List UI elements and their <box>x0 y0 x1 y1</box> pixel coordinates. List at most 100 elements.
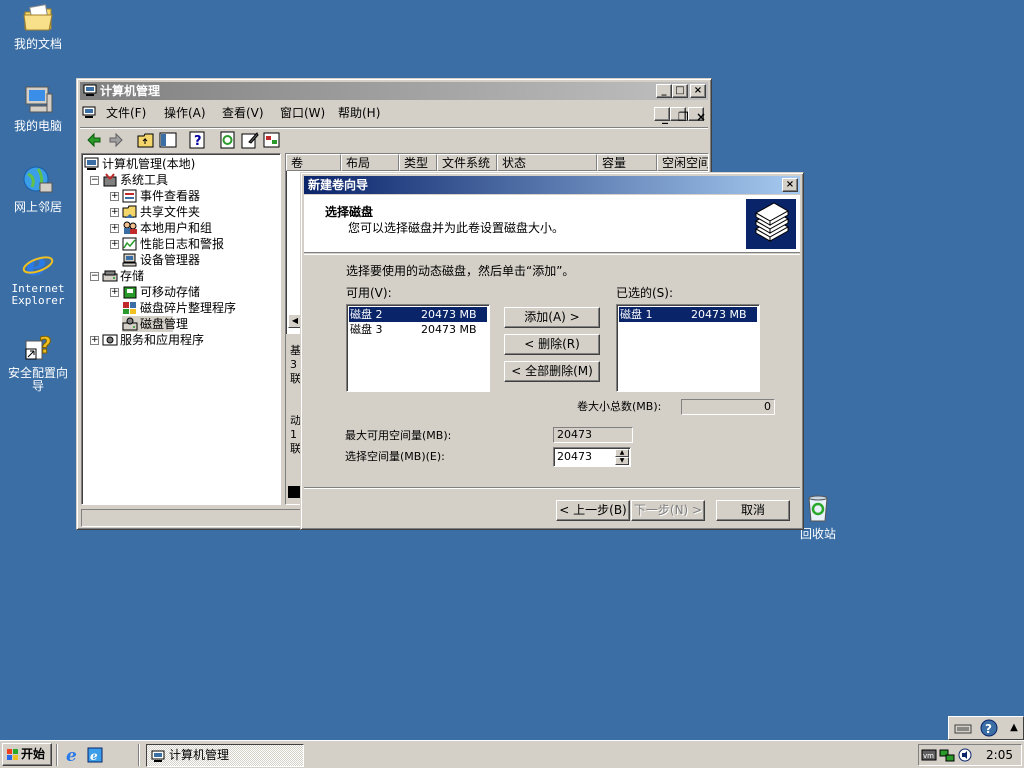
menu-window[interactable]: 窗口(W) <box>280 104 325 122</box>
event-viewer-icon <box>122 189 138 203</box>
maximize-button[interactable]: □ <box>672 84 688 98</box>
export-list-button[interactable] <box>262 130 282 150</box>
tree-item-disk-management[interactable]: 磁盘管理 <box>122 316 188 332</box>
selected-disks-list[interactable]: 磁盘 1 20473 MB <box>616 304 760 392</box>
start-button[interactable]: 开始 <box>2 743 52 766</box>
column-header-status[interactable]: 状态 <box>497 154 597 171</box>
scroll-left-icon: ◀ <box>291 316 299 325</box>
expand-toggle[interactable]: + <box>110 288 119 297</box>
disk-name: 磁盘 1 <box>620 308 653 321</box>
available-disks-list[interactable]: 磁盘 2 20473 MB 磁盘 3 20473 MB <box>346 304 490 392</box>
minimize-icon: _ <box>661 85 667 96</box>
back-arrow-icon <box>87 132 101 148</box>
column-header-free-space[interactable]: 空闲空间 <box>657 154 708 171</box>
disk-size: 20473 MB <box>691 308 747 321</box>
volume-speaker-icon[interactable] <box>957 747 973 763</box>
selected-label: 已选的(S): <box>616 286 674 300</box>
list-item-disk-2[interactable]: 磁盘 2 20473 MB <box>349 307 487 322</box>
computer-management-icon <box>83 84 97 97</box>
column-header-layout[interactable]: 布局 <box>341 154 399 171</box>
column-header-volume[interactable]: 卷 <box>286 154 341 171</box>
menu-action[interactable]: 操作(A) <box>164 104 206 122</box>
mdi-close-button[interactable]: × <box>688 107 706 124</box>
up-folder-icon <box>137 133 154 148</box>
column-header-type[interactable]: 类型 <box>399 154 437 171</box>
refresh-icon <box>220 131 235 149</box>
column-header-capacity[interactable]: 容量 <box>597 154 657 171</box>
expand-toggle[interactable]: + <box>90 336 99 345</box>
collapse-toggle[interactable]: − <box>90 176 99 185</box>
clock[interactable]: 2:05 <box>986 748 1013 762</box>
list-item-disk-1[interactable]: 磁盘 1 20473 MB <box>619 307 757 322</box>
tree-item-label: 磁盘碎片整理程序 <box>140 301 237 315</box>
remove-all-button[interactable]: < 全部删除(M) <box>504 361 600 382</box>
column-header-filesystem[interactable]: 文件系统 <box>437 154 497 171</box>
expand-toggle[interactable]: + <box>110 224 119 233</box>
instruction-text: 选择要使用的动态磁盘，然后单击“添加”。 <box>346 264 575 278</box>
internet-explorer-icon: e <box>22 245 54 283</box>
close-button[interactable]: × <box>690 84 706 98</box>
desktop-icon-label: 我的电脑 <box>13 119 62 133</box>
my-documents-icon <box>22 2 54 34</box>
forward-button[interactable] <box>106 130 126 150</box>
wizard-page-title: 选择磁盘 <box>325 205 374 219</box>
tree-item-label: 计算机管理(本地) <box>102 157 196 171</box>
tree-item-label: 共享文件夹 <box>140 205 201 219</box>
wizard-page-subtitle: 您可以选择磁盘并为此卷设置磁盘大小。 <box>348 221 565 235</box>
floating-toolbar: ? ▲ <box>948 716 1024 740</box>
mdi-minimize-button[interactable]: _ <box>654 107 670 124</box>
window-title-bar[interactable]: 计算机管理 _ □ × <box>80 82 708 100</box>
back-button[interactable] <box>84 130 104 150</box>
desktop-icon-my-documents[interactable]: 我的文档 <box>0 2 76 51</box>
refresh-button[interactable] <box>218 130 238 150</box>
disk-size: 20473 MB <box>421 323 477 336</box>
total-size-label: 卷大小总数(MB): <box>577 400 662 413</box>
collapse-toggle[interactable]: − <box>90 272 99 281</box>
back-button[interactable]: < 上一步(B) <box>556 500 630 521</box>
header-divider <box>304 254 800 255</box>
menu-bar: 文件(F) 操作(A) 查看(V) 窗口(W) 帮助(H) _ ❐ × <box>80 104 708 124</box>
desktop-icon-my-computer[interactable]: 我的电脑 <box>0 84 76 133</box>
task-button-computer-management[interactable]: 计算机管理 <box>146 744 304 767</box>
menu-view[interactable]: 查看(V) <box>222 104 264 122</box>
expand-toggle[interactable]: + <box>110 240 119 249</box>
vmware-tools-icon[interactable]: vm <box>921 747 937 763</box>
menu-help[interactable]: 帮助(H) <box>338 104 380 122</box>
toolbar-expand-icon[interactable]: ▲ <box>1007 721 1021 735</box>
next-button[interactable]: 下一步(N) > <box>631 500 705 521</box>
desktop-icon-internet-explorer[interactable]: e Internet Explorer <box>0 245 76 307</box>
cancel-button[interactable]: 取消 <box>716 500 790 521</box>
network-connection-icon[interactable] <box>939 747 955 763</box>
tree-item-label: 性能日志和警报 <box>140 237 225 251</box>
desktop-icon-network-places[interactable]: 网上邻居 <box>0 165 76 214</box>
list-item-disk-3[interactable]: 磁盘 3 20473 MB <box>349 322 487 337</box>
properties-button[interactable] <box>240 130 260 150</box>
tree-item-label: 存储 <box>120 269 145 283</box>
computer-management-icon <box>84 157 100 171</box>
quicklaunch-ie-icon[interactable]: e <box>64 746 82 766</box>
wizard-close-button[interactable]: × <box>782 178 798 192</box>
spin-up-button[interactable]: ▲ <box>615 449 629 457</box>
spin-down-button[interactable]: ▼ <box>615 457 629 465</box>
mdi-restore-button[interactable]: ❐ <box>670 107 689 124</box>
desktop-icon-label: 我的文档 <box>13 37 62 51</box>
wizard-title-bar[interactable]: 新建卷向导 × <box>304 176 800 194</box>
remove-button[interactable]: < 删除(R) <box>504 334 600 355</box>
menu-file[interactable]: 文件(F) <box>106 104 146 122</box>
keyboard-icon[interactable] <box>953 719 973 737</box>
system-tray: vm 2:05 <box>918 744 1022 766</box>
expand-toggle[interactable]: + <box>110 192 119 201</box>
add-button[interactable]: 添加(A) > <box>504 307 600 328</box>
up-level-button[interactable] <box>136 130 156 150</box>
minimize-button[interactable]: _ <box>656 84 672 98</box>
show-hide-tree-button[interactable] <box>158 130 178 150</box>
start-label: 开始 <box>21 747 46 761</box>
network-places-icon <box>22 165 54 197</box>
console-tree-pane: 计算机管理(本地) − 系统工具 + 事件查看器 + 共享文件夹 + 本地用户和… <box>81 153 281 505</box>
desktop-icon-security-wizard[interactable]: ? 安全配置向 导 <box>0 331 76 393</box>
help-button[interactable]: ? <box>188 130 208 150</box>
help-circle-icon[interactable]: ? <box>979 719 999 737</box>
quicklaunch-explorer-icon[interactable]: e <box>86 746 104 764</box>
expand-toggle[interactable]: + <box>110 208 119 217</box>
select-space-input[interactable]: 20473 ▲ ▼ <box>553 447 631 467</box>
